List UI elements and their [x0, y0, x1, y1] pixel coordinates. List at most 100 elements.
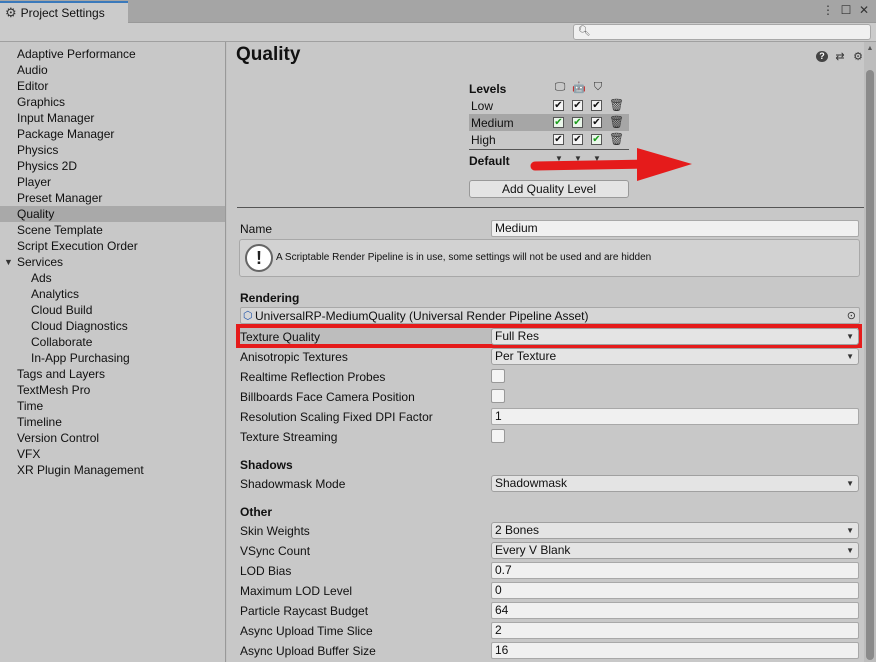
name-label: Name [240, 222, 273, 236]
setting-row: LOD Bias 0.7 [240, 562, 860, 580]
quality-level-name: High [471, 133, 496, 147]
render-pipeline-asset-field[interactable]: ⬡ UniversalRP-MediumQuality (Universal R… [240, 307, 860, 324]
setting-checkbox[interactable] [491, 369, 505, 383]
sidebar-item[interactable]: Physics 2D [0, 158, 225, 174]
setting-label: LOD Bias [240, 564, 292, 578]
sidebar-item-label: Version Control [17, 431, 100, 445]
sidebar-item[interactable]: Timeline [0, 414, 225, 430]
shadows-header: Shadows [240, 458, 293, 472]
setting-label: Shadowmask Mode [240, 477, 346, 491]
sidebar-item[interactable]: Preset Manager [0, 190, 225, 206]
setting-dropdown[interactable]: Per Texture ▼ [491, 348, 859, 365]
html5-icon: ⛉ [593, 81, 603, 93]
setting-dropdown[interactable]: Full Res ▼ [491, 328, 859, 345]
quality-level-row[interactable]: Low ✔ ✔ ✔ 🗑︎ [469, 97, 629, 114]
setting-input[interactable]: 0.7 [491, 562, 859, 579]
sidebar-item[interactable]: Cloud Diagnostics [0, 318, 225, 334]
sidebar-item[interactable]: Collaborate [0, 334, 225, 350]
sidebar-item-label: Quality [17, 207, 55, 221]
setting-dropdown[interactable]: Every V Blank ▼ [491, 542, 859, 559]
sidebar-item[interactable]: XR Plugin Management [0, 462, 225, 478]
scroll-up-icon[interactable]: ▲ [865, 44, 875, 54]
platform-checkbox[interactable]: ✔ [591, 117, 602, 128]
sidebar-item-label: TextMesh Pro [17, 383, 91, 397]
setting-row: Particle Raycast Budget 64 [240, 602, 860, 620]
sidebar-item[interactable]: In-App Purchasing [0, 350, 225, 366]
search-input[interactable]: 🔍︎ [573, 24, 871, 40]
setting-label: Resolution Scaling Fixed DPI Factor [240, 410, 433, 424]
sidebar-item[interactable]: TextMesh Pro [0, 382, 225, 398]
trash-icon[interactable]: 🗑︎ [609, 115, 624, 129]
sidebar-item[interactable]: Cloud Build [0, 302, 225, 318]
platform-checkbox[interactable]: ✔ [553, 117, 564, 128]
sidebar-item-label: Player [17, 175, 52, 189]
dropdown-value: Shadowmask [495, 476, 568, 490]
sidebar-item[interactable]: Input Manager [0, 110, 225, 126]
maximize-icon[interactable]: ☐ [840, 3, 852, 17]
platform-checkbox[interactable]: ✔ [591, 100, 602, 111]
sidebar-item[interactable]: Version Control [0, 430, 225, 446]
sidebar-item[interactable]: Analytics [0, 286, 225, 302]
setting-input[interactable]: 2 [491, 622, 859, 639]
sidebar-item[interactable]: Graphics [0, 94, 225, 110]
sidebar-item[interactable]: Adaptive Performance [0, 46, 225, 62]
setting-row: Realtime Reflection Probes [240, 368, 860, 386]
platform-checkbox[interactable]: ✔ [572, 117, 583, 128]
scrollbar-thumb[interactable] [866, 70, 874, 660]
divider [237, 207, 864, 208]
name-field[interactable]: Medium [491, 220, 859, 237]
sidebar-item[interactable]: Quality [0, 206, 225, 222]
quality-level-row[interactable]: Medium ✔ ✔ ✔ 🗑︎ [469, 114, 629, 131]
help-icon[interactable]: ? [816, 50, 828, 63]
setting-label: Async Upload Time Slice [240, 624, 373, 638]
sidebar-item-label: XR Plugin Management [17, 463, 144, 477]
sidebar-item[interactable]: ▼ Services [0, 254, 225, 270]
setting-checkbox[interactable] [491, 429, 505, 443]
setting-row: Maximum LOD Level 0 [240, 582, 860, 600]
expand-arrow-icon[interactable]: ▼ [4, 254, 13, 270]
setting-row: VSync Count Every V Blank ▼ [240, 542, 860, 560]
sidebar-item[interactable]: Editor [0, 78, 225, 94]
sidebar-item[interactable]: VFX [0, 446, 225, 462]
chevron-down-icon: ▼ [846, 479, 854, 488]
sidebar-item-label: Package Manager [17, 127, 115, 141]
chevron-down-icon: ▼ [846, 332, 854, 341]
setting-input[interactable]: 64 [491, 602, 859, 619]
setting-dropdown[interactable]: Shadowmask ▼ [491, 475, 859, 492]
platform-checkbox[interactable]: ✔ [553, 100, 564, 111]
settings-gear-icon[interactable]: ⚙ [852, 50, 864, 63]
dropdown-value: Per Texture [495, 349, 557, 363]
setting-input[interactable]: 0 [491, 582, 859, 599]
project-settings-tab[interactable]: ⚙ Project Settings [0, 1, 128, 23]
sidebar-item-label: Physics [17, 143, 59, 157]
setting-checkbox[interactable] [491, 389, 505, 403]
platform-checkbox[interactable]: ✔ [572, 100, 583, 111]
preset-icon[interactable]: ⇄ [834, 50, 846, 63]
sidebar-item[interactable]: Ads [0, 270, 225, 286]
sidebar-item[interactable]: Physics [0, 142, 225, 158]
setting-row: Anisotropic Textures Per Texture ▼ [240, 348, 860, 366]
setting-label: VSync Count [240, 544, 311, 558]
sidebar-item[interactable]: Audio [0, 62, 225, 78]
sidebar-item-label: Time [17, 399, 44, 413]
more-options-icon[interactable]: ⋮ [822, 3, 834, 17]
trash-icon[interactable]: 🗑︎ [609, 98, 624, 112]
sidebar-item-label: Collaborate [31, 335, 93, 349]
sidebar-item[interactable]: Scene Template [0, 222, 225, 238]
sidebar-item[interactable]: Script Execution Order [0, 238, 225, 254]
vertical-scrollbar[interactable]: ▲ [864, 42, 876, 662]
setting-label: Texture Quality [240, 330, 321, 344]
setting-label: Maximum LOD Level [240, 584, 353, 598]
setting-input[interactable]: 16 [491, 642, 859, 659]
object-picker-icon[interactable]: ⊙ [847, 309, 856, 322]
setting-label: Anisotropic Textures [240, 350, 348, 364]
setting-dropdown[interactable]: 2 Bones ▼ [491, 522, 859, 539]
sidebar-item[interactable]: Player [0, 174, 225, 190]
sidebar-item-label: Scene Template [17, 223, 103, 237]
chevron-down-icon: ▼ [846, 546, 854, 555]
setting-input[interactable]: 1 [491, 408, 859, 425]
sidebar-item[interactable]: Time [0, 398, 225, 414]
close-icon[interactable]: ✕ [858, 3, 870, 17]
sidebar-item[interactable]: Tags and Layers [0, 366, 225, 382]
sidebar-item[interactable]: Package Manager [0, 126, 225, 142]
